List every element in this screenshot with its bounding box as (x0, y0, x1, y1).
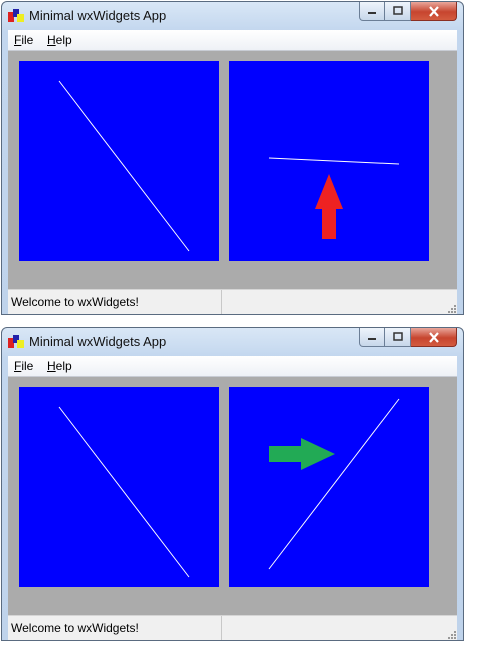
menu-file[interactable]: File (14, 359, 33, 373)
status-text: Welcome to wxWidgets! (11, 621, 139, 635)
status-bar: Welcome to wxWidgets! (8, 289, 457, 314)
status-bar: Welcome to wxWidgets! (8, 615, 457, 640)
diagonal-line (58, 80, 190, 252)
left-canvas (58, 80, 190, 252)
minimize-icon (368, 12, 376, 14)
menu-file[interactable]: File (14, 33, 33, 47)
arrow-right-icon (269, 438, 335, 470)
resize-grip-icon[interactable] (446, 629, 456, 639)
left-canvas-panel[interactable] (19, 387, 219, 587)
close-icon (428, 5, 439, 17)
window-title: Minimal wxWidgets App (29, 334, 167, 349)
resize-grip-icon[interactable] (446, 303, 456, 313)
left-canvas-panel[interactable] (19, 61, 219, 261)
menu-file-label: ile (21, 359, 34, 373)
arrow-up-icon (315, 174, 343, 239)
app-window-2: Minimal wxWidgets App File Help Welcome … (1, 327, 464, 641)
menu-file-label: ile (21, 33, 34, 47)
diagonal-line (58, 406, 190, 578)
minimize-button[interactable] (359, 2, 385, 21)
diagonal-line-rotated (268, 398, 400, 570)
minimize-icon (368, 338, 376, 340)
maximize-icon (392, 6, 403, 15)
menu-bar: File Help (8, 30, 457, 51)
title-bar[interactable]: Minimal wxWidgets App (2, 2, 463, 30)
status-field-main: Welcome to wxWidgets! (8, 290, 222, 314)
app-window-1: Minimal wxWidgets App File Help Welcome … (1, 1, 464, 315)
right-canvas (268, 157, 400, 239)
menu-help[interactable]: Help (47, 359, 72, 373)
menu-help[interactable]: Help (47, 33, 72, 47)
client-area: File Help Welcome to wxWidgets! (8, 30, 457, 314)
status-text: Welcome to wxWidgets! (11, 295, 139, 309)
status-field-main: Welcome to wxWidgets! (8, 616, 222, 640)
menu-help-label: elp (55, 359, 72, 373)
maximize-button[interactable] (385, 2, 411, 21)
maximize-button[interactable] (385, 328, 411, 347)
menu-help-label: elp (55, 33, 72, 47)
left-canvas (58, 406, 190, 578)
menu-bar: File Help (8, 356, 457, 377)
right-canvas-panel[interactable] (229, 61, 429, 261)
close-icon (428, 331, 439, 343)
title-bar[interactable]: Minimal wxWidgets App (2, 328, 463, 356)
right-canvas (268, 398, 400, 570)
window-title: Minimal wxWidgets App (29, 8, 167, 23)
menu-help-accelerator: H (47, 359, 56, 373)
minimize-button[interactable] (359, 328, 385, 347)
close-button[interactable] (411, 2, 457, 21)
right-canvas-panel[interactable] (229, 387, 429, 587)
app-icon (8, 335, 24, 348)
app-icon (8, 9, 24, 22)
horizontal-line (268, 157, 400, 165)
menu-help-accelerator: H (47, 33, 56, 47)
close-button[interactable] (411, 328, 457, 347)
client-area: File Help Welcome to wxWidgets! (8, 356, 457, 640)
maximize-icon (392, 332, 403, 341)
